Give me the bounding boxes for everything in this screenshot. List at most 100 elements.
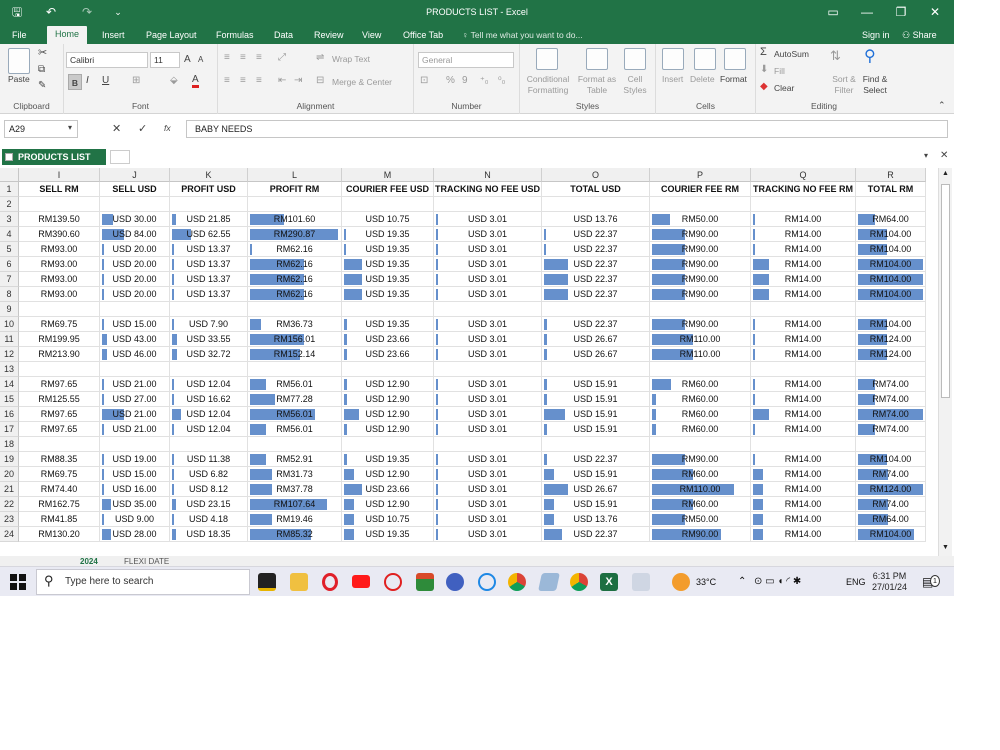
find-icon[interactable]: ⚲ [864,46,876,66]
data-cell[interactable]: RM97.65 [19,377,100,392]
data-cell[interactable]: RM162.75 [19,497,100,512]
data-cell[interactable]: RM60.00 [650,467,751,482]
merge-center-button[interactable]: Merge & Center [332,77,392,87]
data-cell[interactable]: RM104.00 [856,272,926,287]
data-cell[interactable]: RM199.95 [19,332,100,347]
data-cell[interactable]: RM14.00 [751,287,856,302]
data-cell[interactable]: RM14.00 [751,257,856,272]
row-header[interactable]: 3 [0,212,19,227]
tab-insert[interactable]: Insert [102,27,125,44]
data-cell[interactable]: USD 22.37 [542,272,650,287]
sort-filter-icon[interactable]: ⇅ [830,48,841,64]
data-cell[interactable]: RM14.00 [751,392,856,407]
data-cell[interactable]: RM14.00 [751,212,856,227]
data-cell[interactable]: RM14.00 [751,422,856,437]
excel-taskbar-icon[interactable]: X [600,573,618,591]
row-header[interactable]: 14 [0,377,19,392]
data-cell[interactable]: USD 13.76 [542,212,650,227]
data-cell[interactable]: USD 26.67 [542,347,650,362]
data-cell[interactable]: RM60.00 [650,422,751,437]
empty-cell[interactable] [751,437,856,452]
data-cell[interactable]: RM74.00 [856,392,926,407]
data-cell[interactable]: USD 3.01 [434,257,542,272]
data-cell[interactable]: USD 13.37 [170,272,248,287]
data-cell[interactable]: USD 16.62 [170,392,248,407]
increase-indent-icon[interactable]: ⇥ [294,75,302,86]
data-cell[interactable]: USD 13.37 [170,257,248,272]
empty-cell[interactable] [856,302,926,317]
data-cell[interactable]: RM14.00 [751,407,856,422]
empty-cell[interactable] [342,197,434,212]
data-cell[interactable]: USD 22.37 [542,317,650,332]
data-cell[interactable]: RM290.87 [248,227,342,242]
data-cell[interactable]: USD 13.37 [170,287,248,302]
data-cell[interactable]: USD 15.00 [100,467,170,482]
data-cell[interactable]: USD 15.91 [542,497,650,512]
data-cell[interactable]: USD 20.00 [100,242,170,257]
paint-app-icon[interactable] [632,573,650,591]
data-cell[interactable]: USD 22.37 [542,287,650,302]
data-cell[interactable]: USD 12.04 [170,422,248,437]
row-header[interactable]: 7 [0,272,19,287]
data-cell[interactable]: RM139.50 [19,212,100,227]
align-center-icon[interactable]: ≡ [240,75,246,86]
cell-styles-icon[interactable] [624,48,646,70]
data-cell[interactable]: RM14.00 [751,347,856,362]
collapse-ribbon-icon[interactable]: ⌃ [938,100,946,111]
row-header[interactable]: 1 [0,182,19,197]
align-left-icon[interactable]: ≡ [224,75,230,86]
row-header[interactable]: 10 [0,317,19,332]
data-cell[interactable]: USD 16.00 [100,482,170,497]
data-cell[interactable]: USD 19.00 [100,452,170,467]
empty-cell[interactable] [856,437,926,452]
data-cell[interactable]: USD 12.90 [342,497,434,512]
scroll-up-icon[interactable]: ▲ [942,170,949,177]
empty-cell[interactable] [650,362,751,377]
data-cell[interactable]: RM90.00 [650,227,751,242]
data-cell[interactable]: USD 22.37 [542,257,650,272]
clear-button[interactable]: Clear [774,83,794,93]
data-cell[interactable]: RM50.00 [650,212,751,227]
data-cell[interactable]: RM37.78 [248,482,342,497]
data-cell[interactable]: USD 12.90 [342,392,434,407]
data-cell[interactable]: USD 23.15 [170,497,248,512]
empty-cell[interactable] [434,362,542,377]
data-cell[interactable]: USD 12.04 [170,377,248,392]
empty-cell[interactable] [100,362,170,377]
data-cell[interactable]: RM110.00 [650,482,751,497]
new-tab-button[interactable] [110,150,130,164]
data-cell[interactable]: USD 28.00 [100,527,170,542]
data-cell[interactable]: USD 8.12 [170,482,248,497]
autosum-button[interactable]: AutoSum [774,49,809,59]
header-cell[interactable]: TRACKING NO FEE RM [751,182,856,197]
select-all-corner[interactable] [0,168,19,182]
data-cell[interactable]: USD 35.00 [100,497,170,512]
data-cell[interactable]: USD 21.00 [100,422,170,437]
data-cell[interactable]: RM56.01 [248,377,342,392]
shrink-font-button[interactable]: A [198,55,203,64]
empty-cell[interactable] [542,302,650,317]
tell-me-box[interactable]: ♀ Tell me what you want to do... [462,27,583,44]
align-top-icon[interactable]: ≡ [224,52,230,63]
messenger-icon[interactable] [478,573,496,591]
language-indicator[interactable]: ENG [846,567,866,596]
row-header[interactable]: 16 [0,407,19,422]
data-cell[interactable]: USD 20.00 [100,287,170,302]
data-cell[interactable]: RM124.00 [856,482,926,497]
tray-chevron-icon[interactable]: ⌃ [738,567,746,596]
data-cell[interactable]: USD 3.01 [434,317,542,332]
empty-cell[interactable] [170,197,248,212]
data-cell[interactable]: RM19.46 [248,512,342,527]
sort-filter-button[interactable]: Sort & Filter [828,74,860,96]
data-cell[interactable]: RM90.00 [650,452,751,467]
data-cell[interactable]: RM104.00 [856,227,926,242]
data-cell[interactable]: RM101.60 [248,212,342,227]
data-cell[interactable]: USD 3.01 [434,482,542,497]
data-cell[interactable]: USD 15.91 [542,422,650,437]
data-cell[interactable]: RM60.00 [650,392,751,407]
empty-cell[interactable] [19,197,100,212]
data-cell[interactable]: USD 21.85 [170,212,248,227]
data-cell[interactable]: RM69.75 [19,317,100,332]
copy-icon[interactable]: ⧉ [38,64,45,75]
tab-page-layout[interactable]: Page Layout [146,27,197,44]
